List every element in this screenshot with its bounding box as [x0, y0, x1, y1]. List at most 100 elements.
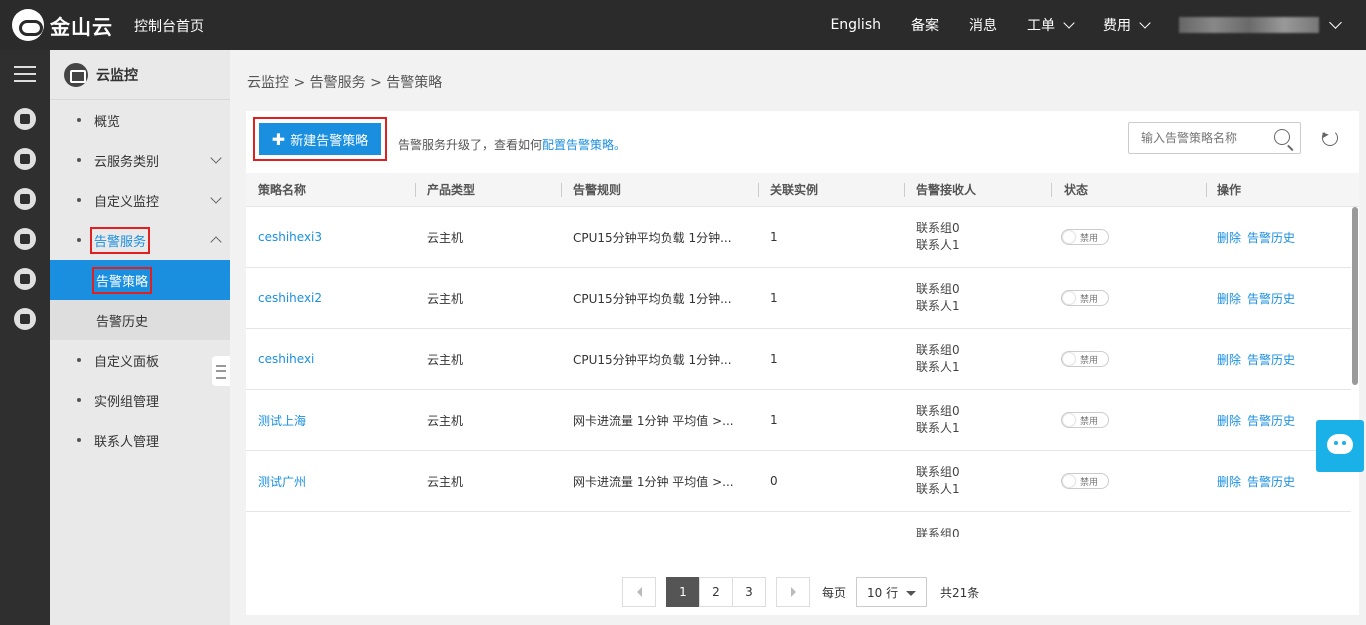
nav-billing[interactable]: 费用 — [1103, 15, 1151, 35]
status-toggle[interactable]: 禁用 — [1061, 412, 1109, 428]
recipient-person: 联系人1 — [916, 482, 960, 496]
account-name-blurred[interactable] — [1179, 17, 1319, 33]
sidebar-item-alarm-service[interactable]: 告警服务 — [50, 220, 230, 260]
page-1[interactable]: 1 — [666, 577, 700, 607]
nav-english[interactable]: English — [830, 17, 881, 33]
col-product-type[interactable]: 产品类型 — [427, 173, 475, 207]
alarm-history-link[interactable]: 告警历史 — [1247, 412, 1295, 429]
console-home-link[interactable]: 控制台首页 — [134, 16, 204, 36]
page-size-value: 10 行 — [867, 585, 899, 600]
status-toggle[interactable]: 禁用 — [1061, 229, 1109, 245]
policy-name-link[interactable]: 测试上海 — [258, 390, 306, 450]
col-status[interactable]: 状态 — [1064, 173, 1088, 207]
recipient-person: 联系人1 — [916, 360, 960, 374]
chevron-down-icon — [1063, 16, 1075, 29]
nav-tickets[interactable]: 工单 — [1027, 15, 1075, 35]
table-scrollbar[interactable] — [1352, 207, 1358, 385]
network-icon[interactable] — [14, 148, 36, 170]
policy-name-link[interactable]: ceshihexi2 — [258, 268, 322, 328]
policy-name-link[interactable]: ceshihexi3 — [258, 207, 322, 267]
chevron-right-icon — [790, 587, 796, 597]
instance-count: 1 — [770, 352, 778, 366]
alarm-history-link[interactable]: 告警历史 — [1247, 351, 1295, 368]
nav-filing[interactable]: 备案 — [911, 15, 939, 35]
delete-link[interactable]: 删除 — [1217, 473, 1241, 490]
prev-page-button[interactable] — [622, 577, 656, 607]
table-row: 测试广州 云主机 网卡进流量 1分钟 平均值 >... 0 联系组0 联系人1 禁… — [246, 451, 1351, 512]
recipient-group: 联系组0 — [916, 404, 960, 418]
status-toggle[interactable]: 禁用 — [1061, 473, 1109, 489]
col-instances[interactable]: 关联实例 — [770, 173, 818, 207]
sidebar-item-overview[interactable]: 概览 — [50, 100, 230, 140]
table-row: ceshihexi3 云主机 CPU15分钟平均负载 1分钟... 1 联系组0… — [246, 207, 1351, 268]
recipients: 联系组0 联系人1 — [916, 207, 960, 267]
chevron-down-icon[interactable] — [1329, 15, 1342, 29]
sidebar-item-contacts[interactable]: 联系人管理 — [50, 420, 230, 460]
col-recipients[interactable]: 告警接收人 — [916, 173, 976, 207]
alarm-history-link[interactable]: 告警历史 — [1247, 290, 1295, 307]
chevron-down-icon — [1139, 16, 1151, 29]
menu-icon[interactable] — [14, 66, 36, 82]
alarm-history-link[interactable]: 告警历史 — [1247, 229, 1295, 246]
delete-link[interactable]: 删除 — [1217, 290, 1241, 307]
refresh-icon[interactable] — [1322, 130, 1338, 146]
config-policy-link[interactable]: 配置告警策略。 — [542, 138, 626, 152]
chevron-left-icon — [636, 587, 642, 597]
monitor-icon[interactable] — [14, 308, 36, 330]
alarm-rule: CPU15分钟平均负载 1分钟... — [573, 230, 732, 245]
alarm-history-link[interactable]: 告警历史 — [1247, 473, 1295, 490]
sidebar-item-alarm-history[interactable]: 告警历史 — [50, 300, 230, 340]
customer-service-icon[interactable] — [1316, 420, 1364, 472]
page-size-select[interactable]: 10 行 — [856, 577, 928, 607]
product-type: 云主机 — [427, 413, 464, 428]
nav-messages[interactable]: 消息 — [969, 15, 997, 35]
page-2[interactable]: 2 — [699, 577, 733, 607]
status-cell: 禁用 — [1061, 329, 1109, 389]
policy-name-link[interactable]: 测试广州 — [258, 451, 306, 511]
recipients: 联系组0 联系人1 — [916, 329, 960, 389]
recipient-group: 联系组0 — [916, 527, 960, 537]
sidebar-item-label: 自定义面板 — [94, 354, 160, 370]
next-page-button[interactable] — [776, 577, 810, 607]
sidebar-item-custom-panel[interactable]: 自定义面板 — [50, 340, 230, 380]
actions: 删除 告警历史 — [1217, 390, 1301, 450]
status-toggle[interactable]: 禁用 — [1061, 351, 1109, 367]
delete-link[interactable]: 删除 — [1217, 229, 1241, 246]
alarm-rule: CPU15分钟平均负载 1分钟... — [573, 352, 732, 367]
storage-icon[interactable] — [14, 188, 36, 210]
new-alarm-policy-button[interactable]: ✚ 新建告警策略 — [259, 123, 381, 155]
recipients: 联系组0 联系人1 — [916, 268, 960, 328]
recipient-group: 联系组0 — [916, 343, 960, 357]
database-icon[interactable] — [14, 228, 36, 250]
nav-billing-label: 费用 — [1103, 18, 1131, 34]
alarm-rule: CPU15分钟平均负载 1分钟... — [573, 291, 732, 306]
page-3[interactable]: 3 — [732, 577, 766, 607]
security-icon[interactable] — [14, 268, 36, 290]
sidebar-item-service-categories[interactable]: 云服务类别 — [50, 140, 230, 180]
sidebar-item-alarm-policy[interactable]: 告警策略 — [50, 260, 230, 300]
table-header: 策略名称 产品类型 告警规则 关联实例 告警接收人 状态 操作 — [246, 173, 1359, 207]
chevron-up-icon — [210, 236, 222, 248]
policy-name-link[interactable]: ceshihexi — [258, 329, 314, 389]
search-icon[interactable] — [1274, 129, 1290, 145]
status-cell: 禁用 — [1061, 268, 1109, 328]
col-alarm-rule[interactable]: 告警规则 — [573, 173, 621, 207]
alarm-rule: 网卡进流量 1分钟 平均值 >... — [573, 474, 734, 489]
delete-link[interactable]: 删除 — [1217, 351, 1241, 368]
plus-icon: ✚ — [271, 129, 286, 149]
sidebar-collapse-handle[interactable] — [212, 356, 230, 386]
upgrade-hint: 告警服务升级了，查看如何配置告警策略。 — [398, 136, 626, 153]
col-policy-name[interactable]: 策略名称 — [258, 173, 306, 207]
nav-tickets-label: 工单 — [1027, 18, 1055, 34]
sidebar-item-label: 云服务类别 — [94, 154, 160, 170]
col-actions: 操作 — [1217, 183, 1242, 197]
search-input[interactable] — [1129, 123, 1269, 153]
sidebar-item-instance-groups[interactable]: 实例组管理 — [50, 380, 230, 420]
logo[interactable]: 金山云 — [12, 9, 113, 41]
compute-icon[interactable] — [14, 108, 36, 130]
sidebar-item-custom-monitoring[interactable]: 自定义监控 — [50, 180, 230, 220]
recipients: 联系组0 — [916, 512, 960, 537]
status-toggle[interactable]: 禁用 — [1061, 290, 1109, 306]
per-page-label: 每页 — [822, 585, 847, 600]
delete-link[interactable]: 删除 — [1217, 412, 1241, 429]
